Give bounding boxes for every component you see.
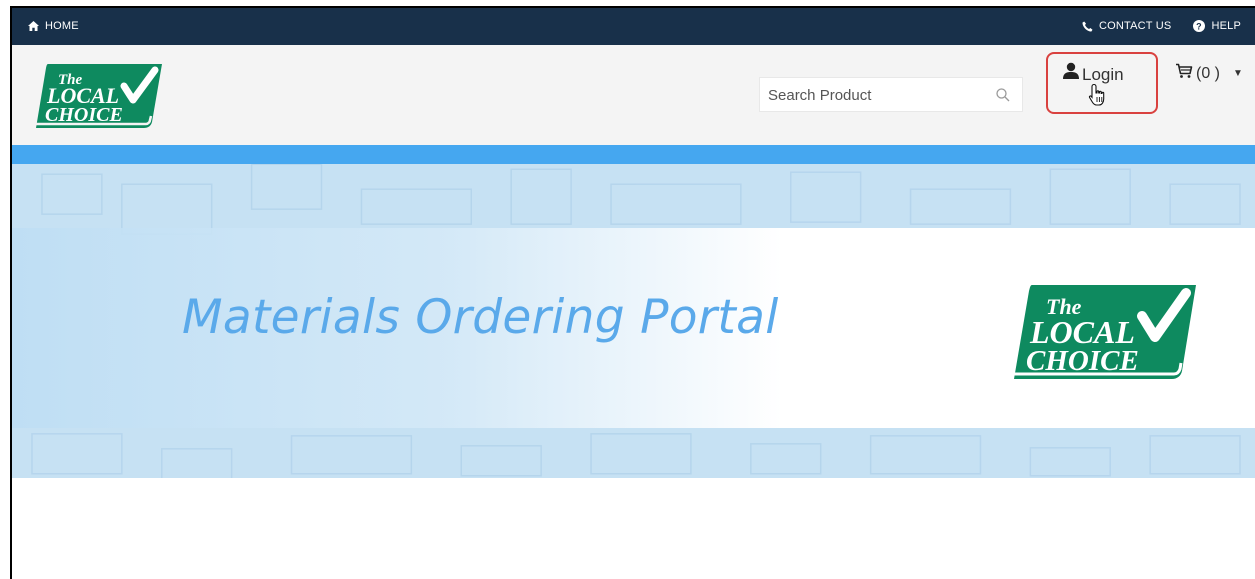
accent-stripe bbox=[12, 145, 1255, 164]
hand-cursor-icon bbox=[1088, 83, 1110, 112]
cart-count: (0 ) bbox=[1196, 64, 1220, 82]
search-icon[interactable] bbox=[996, 88, 1010, 107]
help-label: HELP bbox=[1211, 20, 1241, 32]
login-button[interactable]: Login bbox=[1062, 62, 1124, 85]
banner-logo-choice-text: CHOICE bbox=[1026, 345, 1139, 377]
user-icon bbox=[1062, 62, 1080, 85]
the-local-choice-logo[interactable]: The LOCAL CHOICE bbox=[34, 60, 164, 130]
help-link[interactable]: ? HELP bbox=[1193, 20, 1241, 32]
logo-choice-text: CHOICE bbox=[45, 104, 123, 126]
search-placeholder: Search Product bbox=[768, 87, 872, 104]
help-icon: ? bbox=[1193, 20, 1206, 32]
hero-banner: Materials Ordering Portal The LOCAL CHOI… bbox=[12, 164, 1255, 478]
svg-text:?: ? bbox=[1197, 21, 1203, 31]
the-local-choice-banner-logo: The LOCAL CHOICE bbox=[1012, 279, 1198, 383]
site-header: The LOCAL CHOICE Search Product Login (0… bbox=[12, 45, 1255, 145]
phone-icon bbox=[1082, 21, 1093, 32]
browser-frame: HOME CONTACT US ? HELP The LOCAL CHOICE … bbox=[10, 6, 1255, 579]
banner-title: Materials Ordering Portal bbox=[182, 290, 779, 345]
top-nav-bar: HOME CONTACT US ? HELP bbox=[12, 8, 1255, 45]
home-icon bbox=[28, 21, 39, 31]
page-body bbox=[12, 478, 1255, 579]
search-input[interactable]: Search Product bbox=[759, 77, 1023, 112]
cart-button[interactable]: (0 ) ▼ bbox=[1175, 63, 1243, 84]
contact-us-label: CONTACT US bbox=[1098, 20, 1172, 32]
home-link[interactable]: HOME bbox=[28, 20, 79, 32]
caret-down-icon[interactable]: ▼ bbox=[1233, 68, 1243, 79]
cart-icon bbox=[1175, 63, 1193, 84]
login-label: Login bbox=[1082, 65, 1124, 84]
home-label: HOME bbox=[45, 20, 79, 32]
contact-us-link[interactable]: CONTACT US bbox=[1082, 20, 1172, 32]
